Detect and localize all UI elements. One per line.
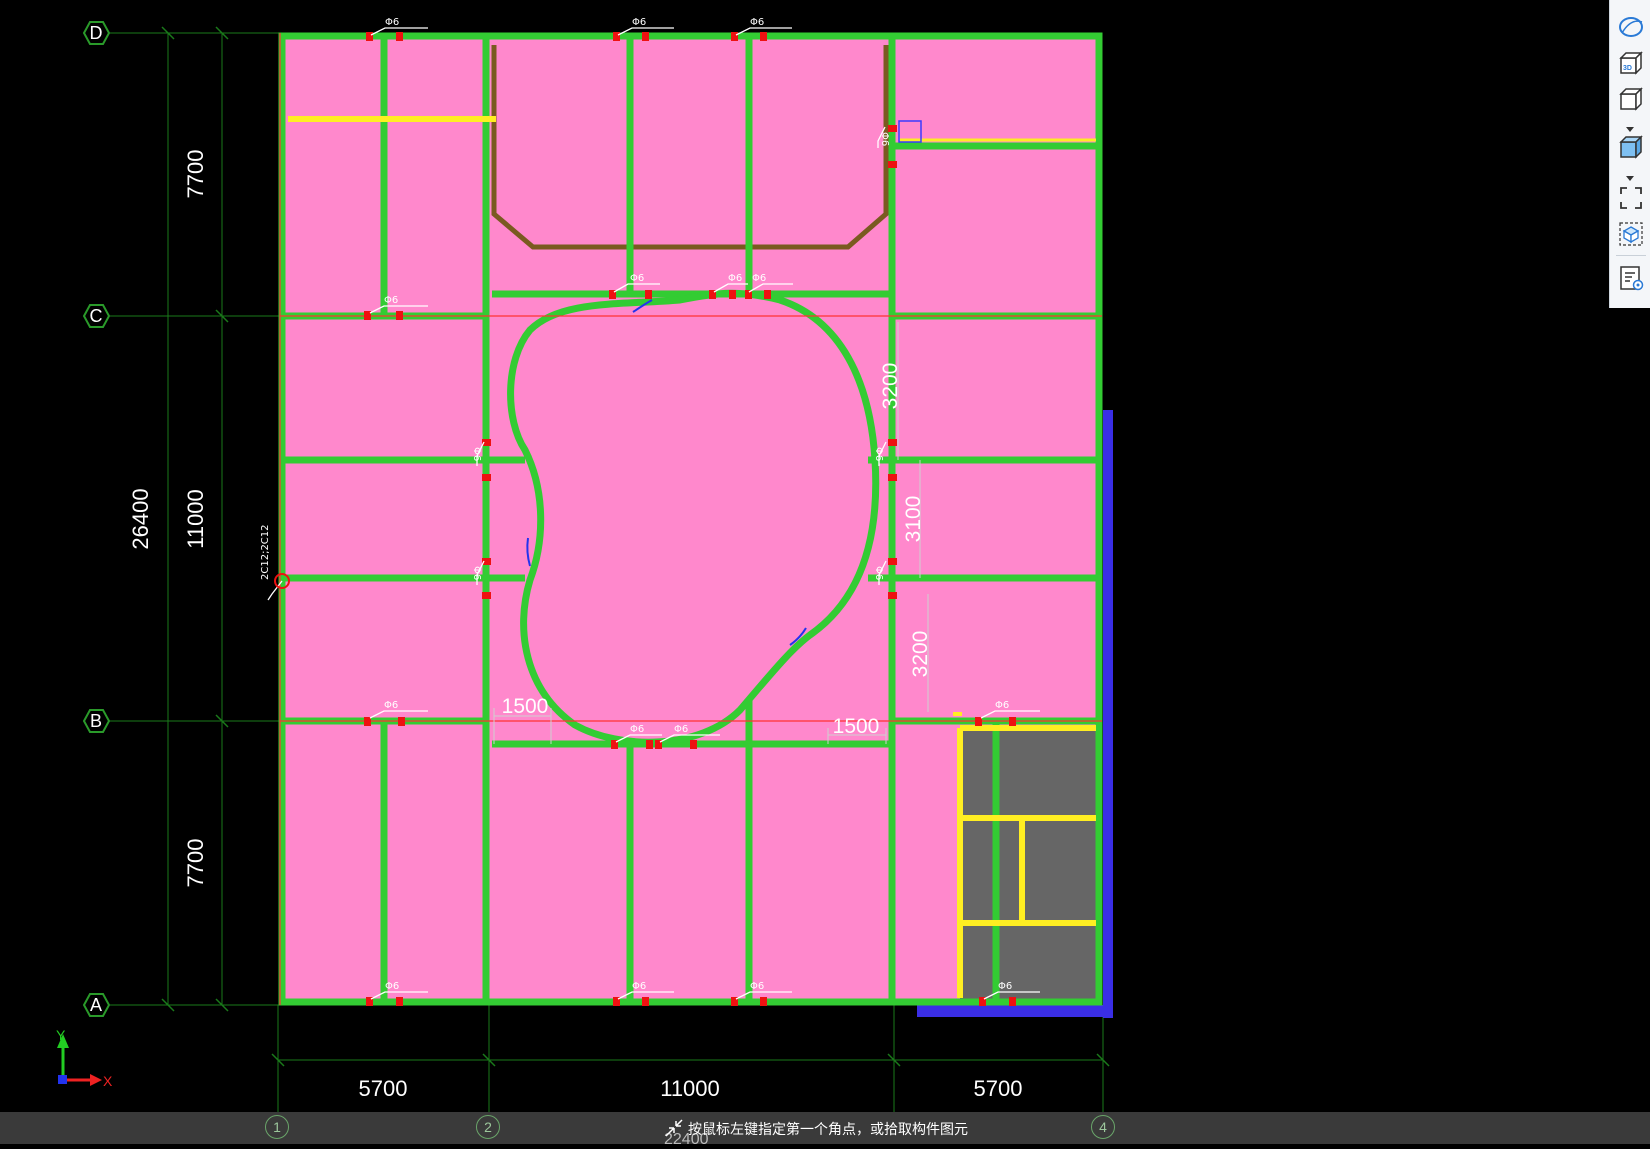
dim-seg-2: 11000: [183, 489, 208, 549]
svg-text:3200: 3200: [879, 363, 902, 410]
svg-text:Φ6: Φ6: [879, 132, 890, 146]
svg-text:1500: 1500: [502, 695, 549, 718]
chevron-down-icon[interactable]: [1625, 121, 1635, 132]
status-prompt: 按鼠标左键指定第一个角点，或拾取构件图元: [688, 1122, 968, 1138]
svg-text:3200: 3200: [909, 631, 932, 678]
svg-text:Φ6: Φ6: [630, 273, 644, 284]
svg-text:Φ6: Φ6: [384, 700, 398, 711]
axis-bubble-1: 1: [265, 1115, 289, 1139]
svg-text:B: B: [90, 711, 102, 731]
svg-text:Φ6: Φ6: [750, 17, 764, 28]
cube-view-icon[interactable]: [1616, 85, 1646, 115]
orbit-icon[interactable]: [1616, 12, 1646, 42]
cursor-select-icon: [665, 1119, 683, 1137]
dim-total: 26400: [128, 488, 153, 549]
svg-text:Φ6: Φ6: [385, 17, 399, 28]
drawing-canvas[interactable]: D C B A 26400 7700 11000 7700 5700 11000…: [0, 0, 1650, 1144]
svg-text:3100: 3100: [902, 496, 925, 543]
gray-area[interactable]: [960, 728, 1096, 1000]
svg-text:A: A: [90, 995, 102, 1015]
blue-bar-horizontal[interactable]: [917, 1005, 1113, 1017]
svg-text:Φ6: Φ6: [471, 447, 482, 461]
status-bar: 1 2 4 22400 按鼠标左键指定第一个角点，或拾取构件图元: [0, 1112, 1650, 1148]
svg-text:Φ6: Φ6: [384, 295, 398, 306]
dim-seg-3: 7700: [183, 839, 208, 888]
svg-text:Φ6: Φ6: [674, 724, 688, 735]
svg-text:Φ6: Φ6: [750, 981, 764, 992]
svg-text:Φ6: Φ6: [471, 566, 482, 580]
axis-bubble-4: 4: [1091, 1115, 1115, 1139]
svg-text:C: C: [90, 306, 103, 326]
svg-text:1500: 1500: [833, 715, 880, 738]
svg-text:Φ6: Φ6: [752, 273, 766, 284]
3d-view-icon[interactable]: 3D: [1616, 49, 1646, 79]
shaded-cube-icon[interactable]: [1616, 133, 1646, 163]
select-box-icon[interactable]: [1616, 219, 1646, 249]
svg-text:Φ6: Φ6: [385, 981, 399, 992]
svg-text:X: X: [103, 1073, 113, 1089]
svg-text:Φ6: Φ6: [873, 447, 884, 461]
dim-seg-1: 7700: [183, 150, 208, 199]
svg-text:Φ6: Φ6: [632, 17, 646, 28]
svg-text:3D: 3D: [1623, 65, 1632, 72]
view-toolbar: 3D: [1609, 0, 1650, 308]
svg-text:D: D: [90, 23, 103, 43]
axis-bubble-2: 2: [476, 1115, 500, 1139]
svg-text:Φ6: Φ6: [728, 273, 742, 284]
dim-bottom-2: 11000: [660, 1076, 720, 1101]
svg-text:Φ6: Φ6: [998, 981, 1012, 992]
svg-text:Φ6: Φ6: [630, 724, 644, 735]
side-tag: 2C12;2C12: [260, 524, 271, 580]
dim-bottom-1: 5700: [359, 1076, 408, 1101]
svg-text:Φ6: Φ6: [995, 700, 1009, 711]
blue-bar-vertical[interactable]: [1103, 410, 1113, 1018]
svg-text:Φ6: Φ6: [632, 981, 646, 992]
fit-window-icon[interactable]: [1616, 183, 1646, 213]
dim-bottom-3: 5700: [974, 1076, 1023, 1101]
svg-text:Y: Y: [56, 1027, 66, 1043]
display-settings-icon[interactable]: [1616, 263, 1646, 293]
toolbar-separator: [1616, 255, 1646, 256]
svg-text:Φ6: Φ6: [873, 566, 884, 580]
chevron-down-icon[interactable]: [1625, 170, 1635, 181]
